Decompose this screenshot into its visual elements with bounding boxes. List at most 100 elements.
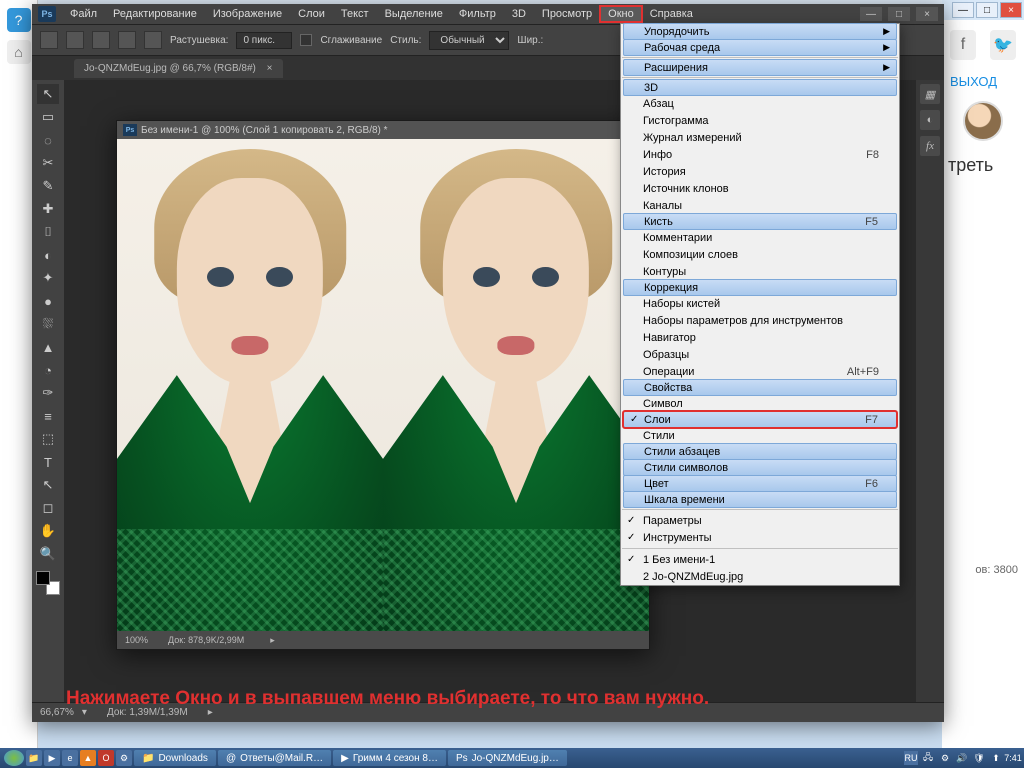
ql-media-icon[interactable]: ▶ [44,750,60,766]
feather-input[interactable] [236,32,292,49]
document-canvas[interactable] [117,139,649,631]
menu-item[interactable]: Упорядочить▶ [623,23,897,40]
close-button[interactable]: × [1000,2,1022,18]
tool-13[interactable]: ✑ [37,383,59,403]
menu-item[interactable]: Стили символов [623,459,897,476]
document-window[interactable]: Ps Без имени-1 @ 100% (Слой 1 копировать… [116,120,650,650]
taskbar-task[interactable]: 📁Downloads [134,750,216,766]
menu-item[interactable]: ✓СлоиF7 [623,411,897,428]
tool-12[interactable]: ◔ [37,360,59,380]
tool-16[interactable]: T [37,452,59,472]
taskbar[interactable]: 📁 ▶ e ▲ O ⚙ 📁Downloads@Ответы@Mail.R…▶Гр… [0,748,1024,768]
tool-11[interactable]: ▲ [37,337,59,357]
menu-изображение[interactable]: Изображение [205,6,290,22]
minimize-button[interactable]: — [860,7,882,21]
antialias-checkbox[interactable] [300,34,312,46]
menu-item[interactable]: Шкала времени [623,491,897,508]
minimize-button[interactable]: — [952,2,974,18]
start-button[interactable] [4,750,24,766]
document-titlebar[interactable]: Ps Без имени-1 @ 100% (Слой 1 копировать… [117,121,649,139]
tray-icon[interactable]: 🛡 [972,751,986,765]
document-tab[interactable]: Jo-QNZMdEug.jpg @ 66,7% (RGB/8#) × [74,59,283,78]
menu-окно[interactable]: Окно [600,6,642,22]
menu-item[interactable]: Наборы кистей [621,295,899,312]
tray-icon[interactable]: ⬆ [989,751,1003,765]
menu-item[interactable]: Навигатор [621,329,899,346]
tool-3[interactable]: ✂ [37,153,59,173]
menu-item[interactable]: Символ [621,395,899,412]
menu-текст[interactable]: Текст [333,6,377,22]
menu-item[interactable]: История [621,163,899,180]
menu-просмотр[interactable]: Просмотр [534,6,600,22]
menu-выделение[interactable]: Выделение [377,6,451,22]
ql-tool-icon[interactable]: ⚙ [116,750,132,766]
tool-9[interactable]: ● [37,291,59,311]
close-button[interactable]: × [916,7,938,21]
menu-item[interactable]: Каналы [621,197,899,214]
menu-item[interactable]: Комментарии [621,229,899,246]
menu-слои[interactable]: Слои [290,6,333,22]
ql-vlc-icon[interactable]: ▲ [80,750,96,766]
tool-18[interactable]: ◻ [37,498,59,518]
menu-item[interactable]: Коррекция [623,279,897,296]
menu-item[interactable]: ЦветF6 [623,475,897,492]
help-icon[interactable]: ? [7,8,31,32]
menu-item[interactable]: ОперацииAlt+F9 [621,363,899,380]
taskbar-task[interactable]: @Ответы@Mail.R… [218,750,331,766]
tool-6[interactable]: ⌷ [37,222,59,242]
tool-0[interactable]: ↖ [37,84,59,104]
menu-item[interactable]: ИнфоF8 [621,146,899,163]
menu-item[interactable]: Рабочая среда▶ [623,39,897,56]
menu-item[interactable]: 2 Jo-QNZMdEug.jpg [621,568,899,585]
menu-справка[interactable]: Справка [642,6,701,22]
maximize-button[interactable]: □ [976,2,998,18]
tool-1[interactable]: ▭ [37,107,59,127]
tool-7[interactable]: ◐ [37,245,59,265]
twitter-icon[interactable]: 🐦 [990,30,1016,60]
marquee-sub-icon[interactable] [118,31,136,49]
menu-item[interactable]: Образцы [621,346,899,363]
menu-item[interactable]: Стили абзацев [623,443,897,460]
menu-редактирование[interactable]: Редактирование [105,6,205,22]
ql-opera-icon[interactable]: O [98,750,114,766]
maximize-button[interactable]: □ [888,7,910,21]
style-select[interactable]: Обычный [429,31,509,50]
tray-icon[interactable]: ⚙ [938,751,952,765]
swatches-icon[interactable]: ▦ [920,84,940,104]
tool-19[interactable]: ✋ [37,521,59,541]
tool-2[interactable]: ◌ [37,130,59,150]
menu-item[interactable]: 3D [623,79,897,96]
ql-ie-icon[interactable]: e [62,750,78,766]
menu-item[interactable]: ✓Инструменты [621,529,899,546]
foreground-background-colors[interactable] [36,571,60,595]
menu-фильтр[interactable]: Фильтр [451,6,504,22]
taskbar-task[interactable]: ▶Гримм 4 сезон 8… [333,750,446,766]
menu-item[interactable]: Расширения▶ [623,59,897,76]
tool-5[interactable]: ✚ [37,199,59,219]
marquee-intersect-icon[interactable] [144,31,162,49]
tool-8[interactable]: ✦ [37,268,59,288]
tool-20[interactable]: 🔍 [37,544,59,564]
tool-15[interactable]: ⬚ [37,429,59,449]
home-icon[interactable]: ⌂ [7,40,31,64]
menu-item[interactable]: Свойства [623,379,897,396]
marquee-rect-icon[interactable] [66,31,84,49]
menu-item[interactable]: ✓1 Без имени-1 [621,551,899,568]
ql-explorer-icon[interactable]: 📁 [26,750,42,766]
menu-item[interactable]: ✓Параметры [621,512,899,529]
marquee-add-icon[interactable] [92,31,110,49]
tool-4[interactable]: ✎ [37,176,59,196]
logout-link[interactable]: ВЫХОД [942,70,1024,93]
menu-item[interactable]: Наборы параметров для инструментов [621,312,899,329]
tab-close-icon[interactable]: × [267,63,273,74]
taskbar-task[interactable]: PsJo-QNZMdEug.jp… [448,750,567,766]
menu-item[interactable]: КистьF5 [623,213,897,230]
menu-3d[interactable]: 3D [504,6,534,22]
tool-17[interactable]: ↖ [37,475,59,495]
facebook-icon[interactable]: f [950,30,976,60]
menu-item[interactable]: Абзац [621,95,899,112]
avatar[interactable] [963,101,1003,141]
tray-volume-icon[interactable]: 🔊 [955,751,969,765]
menu-item[interactable]: Гистограмма [621,112,899,129]
menu-item[interactable]: Контуры [621,263,899,280]
